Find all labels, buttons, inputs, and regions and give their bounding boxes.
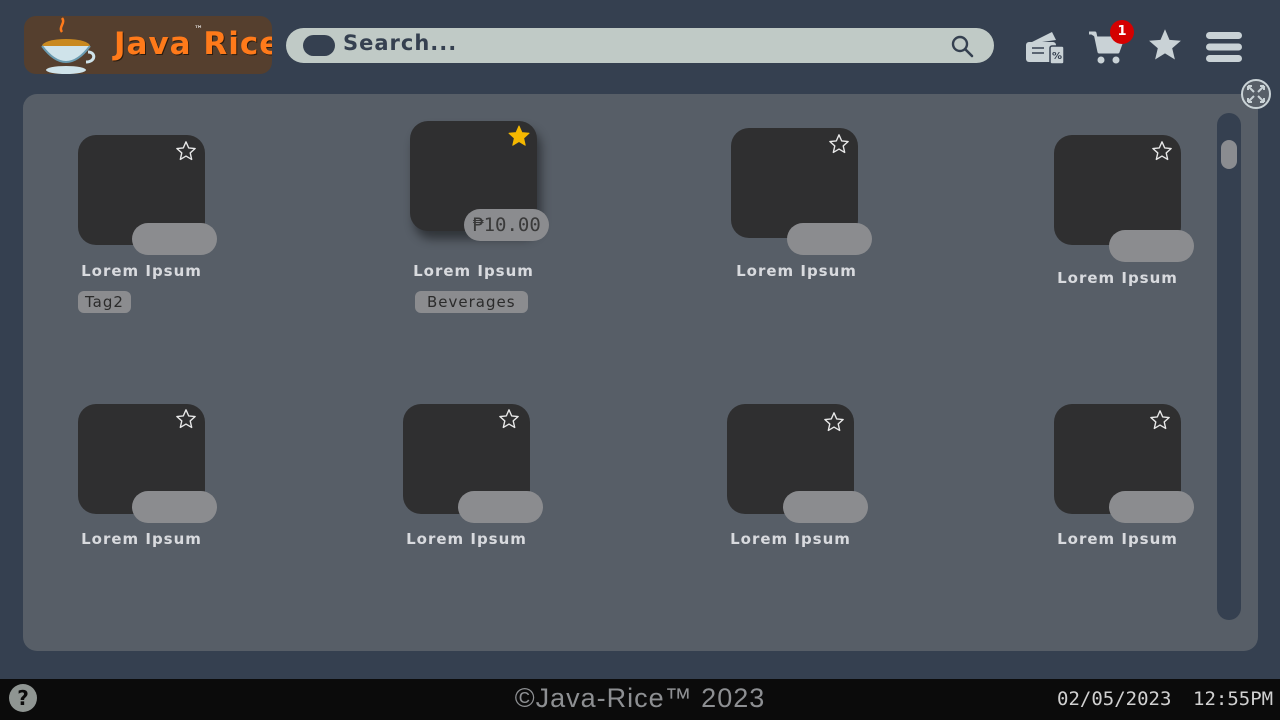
logo-text: Java Rice [114,26,272,62]
product-price-pill [783,491,868,523]
product-price-pill [458,491,543,523]
footer-bar: ? ©Java-Rice™ 2023 02/05/2023 12:55PM [0,679,1280,720]
favorite-star-outline-icon[interactable] [498,408,520,430]
product-name: Lorem Ipsum [81,530,202,548]
product-price-pill [132,491,217,523]
rice-bowl-logo-icon [41,17,96,74]
favorite-star-outline-icon[interactable] [175,140,197,162]
product-name: Lorem Ipsum [1057,269,1178,287]
product-name: Lorem Ipsum [730,530,851,548]
favorite-star-outline-icon[interactable] [1149,409,1171,431]
favorite-star-outline-icon[interactable] [828,133,850,155]
brand-logo[interactable]: Java Rice ™ [24,16,272,74]
favorite-star-outline-icon[interactable] [823,411,845,433]
fullscreen-toggle-icon[interactable] [1240,78,1272,110]
product-tag[interactable]: Beverages [415,291,528,313]
product-price-pill [787,223,872,255]
favorite-star-filled-icon[interactable] [507,124,531,148]
favorite-star-outline-icon[interactable] [175,408,197,430]
vouchers-icon[interactable]: % [1024,28,1066,66]
favorite-star-outline-icon[interactable] [1151,140,1173,162]
favorites-star-icon[interactable] [1146,27,1184,63]
product-price-pill [132,223,217,255]
scrollbar-thumb[interactable] [1221,140,1237,169]
product-name: Lorem Ipsum [81,262,202,280]
menu-icon[interactable] [1206,31,1242,63]
product-name: Lorem Ipsum [736,262,857,280]
search-icon[interactable] [950,34,974,58]
product-price-pill [1109,491,1194,523]
cart-count-badge: 1 [1110,20,1134,44]
product-price-pill [1109,230,1194,262]
product-price-pill: ₱10.00 [464,209,549,241]
search-filter-pill[interactable] [303,35,335,56]
trademark-mark: ™ [194,25,203,35]
product-name: Lorem Ipsum [406,530,527,548]
scrollbar-track[interactable] [1217,113,1241,620]
product-name: Lorem Ipsum [413,262,534,280]
svg-text:%: % [1052,51,1062,62]
product-tag[interactable]: Tag2 [78,291,131,313]
footer-date: 02/05/2023 [1057,688,1172,710]
search-bar[interactable]: Search... [286,28,994,63]
search-placeholder: Search... [343,31,458,55]
product-name: Lorem Ipsum [1057,530,1178,548]
footer-time: 12:55PM [1193,688,1274,710]
